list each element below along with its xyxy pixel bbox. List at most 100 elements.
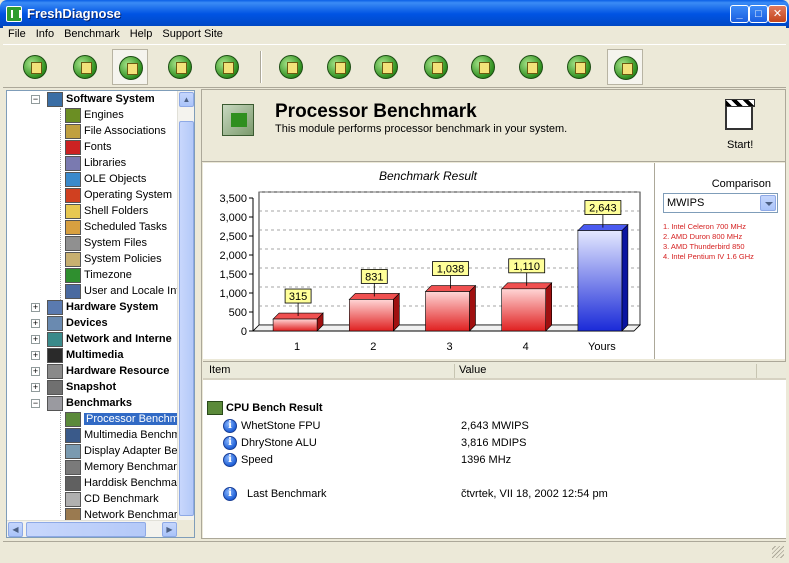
minimize-button[interactable]: _: [730, 5, 749, 23]
y-tick-label: 1,500: [219, 269, 247, 281]
collapse-icon[interactable]: −: [31, 399, 40, 408]
bar: [501, 288, 547, 332]
tree-horizontal-scrollbar[interactable]: ◀ ▶: [7, 520, 179, 537]
maximize-button[interactable]: □: [749, 5, 768, 23]
row-value: 1396 MHz: [461, 454, 512, 466]
table-row[interactable]: i DhryStone ALU 3,816 MDIPS: [223, 436, 783, 453]
column-divider[interactable]: [454, 364, 455, 378]
tree-item[interactable]: Multimedia Benchm: [7, 428, 181, 444]
tree-item[interactable]: Operating System: [7, 188, 179, 204]
toolbar-edit-button[interactable]: [162, 49, 198, 85]
tree-item[interactable]: Engines: [7, 108, 179, 124]
tree-item-icon: [65, 172, 81, 187]
column-header-value[interactable]: Value: [459, 364, 486, 376]
tree-item-label: Software System: [66, 93, 155, 105]
menu-support-site[interactable]: Support Site: [157, 26, 228, 42]
expand-icon[interactable]: +: [31, 383, 40, 392]
tree-item[interactable]: File Associations: [7, 124, 179, 140]
tree-item[interactable]: Processor Benchma: [7, 412, 188, 428]
list-group-row[interactable]: CPU Bench Result: [207, 401, 507, 418]
close-button[interactable]: ✕: [768, 5, 787, 23]
tree-item-label: Devices: [66, 317, 108, 329]
menu-help[interactable]: Help: [125, 26, 158, 42]
toolbar-save-button[interactable]: [112, 49, 148, 85]
tree-vertical-scrollbar[interactable]: ▲: [177, 91, 194, 521]
table-row-last-benchmark[interactable]: i Last Benchmark čtvrtek, VII 18, 2002 1…: [223, 487, 783, 504]
scroll-thumb[interactable]: [179, 121, 194, 516]
row-item: Last Benchmark: [247, 488, 327, 500]
tree-item[interactable]: + Network and Interne: [7, 332, 179, 348]
tree-item[interactable]: + Hardware Resource: [7, 364, 179, 380]
tree-item[interactable]: + Snapshot: [7, 380, 179, 396]
tree-item[interactable]: System Files: [7, 236, 179, 252]
toolbar-system-button[interactable]: [273, 49, 309, 85]
y-tick-label: 2,000: [219, 250, 247, 262]
toolbar-list-button[interactable]: [209, 49, 245, 85]
menu-file[interactable]: File: [3, 26, 31, 42]
tree-item[interactable]: User and Locale Inf: [7, 284, 179, 300]
scroll-right-button[interactable]: ▶: [162, 522, 177, 537]
expand-icon[interactable]: +: [31, 335, 40, 344]
tree-item[interactable]: − Benchmarks: [7, 396, 179, 412]
table-row[interactable]: i WhetStone FPU 2,643 MWIPS: [223, 419, 783, 436]
tree-item-label: Benchmarks: [66, 397, 133, 409]
toolbar-users-button[interactable]: [465, 49, 501, 85]
tree-item[interactable]: CD Benchmark: [7, 492, 179, 508]
chevron-down-icon[interactable]: [760, 195, 776, 211]
toolbar-memory-button[interactable]: [513, 49, 549, 85]
processor-benchmark-icon: [222, 104, 254, 136]
bar-side: [469, 284, 476, 332]
expand-icon[interactable]: +: [31, 367, 40, 376]
expand-icon[interactable]: +: [31, 303, 40, 312]
resize-grip[interactable]: [772, 546, 784, 558]
tree-item[interactable]: Display Adapter Ber: [7, 444, 181, 460]
tree-item[interactable]: Memory Benchmark: [7, 460, 182, 476]
menu-info[interactable]: Info: [31, 26, 59, 42]
collapse-icon[interactable]: −: [31, 95, 40, 104]
tree-item-label: Multimedia: [66, 349, 124, 361]
table-row[interactable]: i Speed 1396 MHz: [223, 453, 783, 470]
expand-icon[interactable]: +: [31, 351, 40, 360]
clapperboard-icon[interactable]: [725, 99, 755, 130]
menu-benchmark[interactable]: Benchmark: [59, 26, 125, 42]
tree-item[interactable]: Shell Folders: [7, 204, 179, 220]
start-button[interactable]: Start!: [727, 139, 753, 151]
scroll-left-button[interactable]: ◀: [8, 522, 23, 537]
tree-item[interactable]: − Software System: [7, 92, 179, 108]
column-divider[interactable]: [756, 364, 757, 378]
toolbar-open-button[interactable]: [67, 49, 103, 85]
toolbar-devices-button[interactable]: [368, 49, 404, 85]
tree-item[interactable]: + Devices: [7, 316, 179, 332]
toolbar-report-button[interactable]: [17, 49, 53, 85]
column-header-item[interactable]: Item: [209, 364, 230, 376]
expand-icon[interactable]: +: [31, 319, 40, 328]
toolbar-hardware-button[interactable]: [321, 49, 357, 85]
tree-item-icon: [65, 444, 81, 459]
tree-item[interactable]: OLE Objects: [7, 172, 179, 188]
memory-icon: [519, 55, 543, 79]
tree-item[interactable]: Scheduled Tasks: [7, 220, 179, 236]
group-label: CPU Bench Result: [226, 402, 323, 414]
tree-item[interactable]: Fonts: [7, 140, 179, 156]
toolbar-network-button[interactable]: [418, 49, 454, 85]
y-tick-label: 3,000: [219, 212, 247, 224]
scroll-up-button[interactable]: ▲: [179, 92, 194, 107]
tree-item[interactable]: Timezone: [7, 268, 179, 284]
tree-item[interactable]: Harddisk Benchmar: [7, 476, 181, 492]
comparison-select[interactable]: MWIPS: [663, 193, 778, 213]
comparison-item: 3. AMD Thunderbird 850: [663, 242, 745, 251]
y-tick-label: 3,500: [219, 193, 247, 205]
network-icon: [424, 55, 448, 79]
tree-item[interactable]: Libraries: [7, 156, 179, 172]
toolbar-snapshot-button[interactable]: [561, 49, 597, 85]
row-value: čtvrtek, VII 18, 2002 12:54 pm: [461, 488, 608, 500]
toolbar-benchmark-button[interactable]: [607, 49, 643, 85]
hscroll-thumb[interactable]: [26, 522, 146, 537]
tree-item[interactable]: + Hardware System: [7, 300, 179, 316]
tree-items: − Software System Engines File Associations…: [7, 91, 188, 523]
x-tick-label: 1: [294, 341, 300, 353]
tree-item[interactable]: System Policies: [7, 252, 179, 268]
tree-item[interactable]: + Multimedia: [7, 348, 179, 364]
tree-item-icon: [47, 396, 63, 411]
tree-item-label: Snapshot: [66, 381, 117, 393]
